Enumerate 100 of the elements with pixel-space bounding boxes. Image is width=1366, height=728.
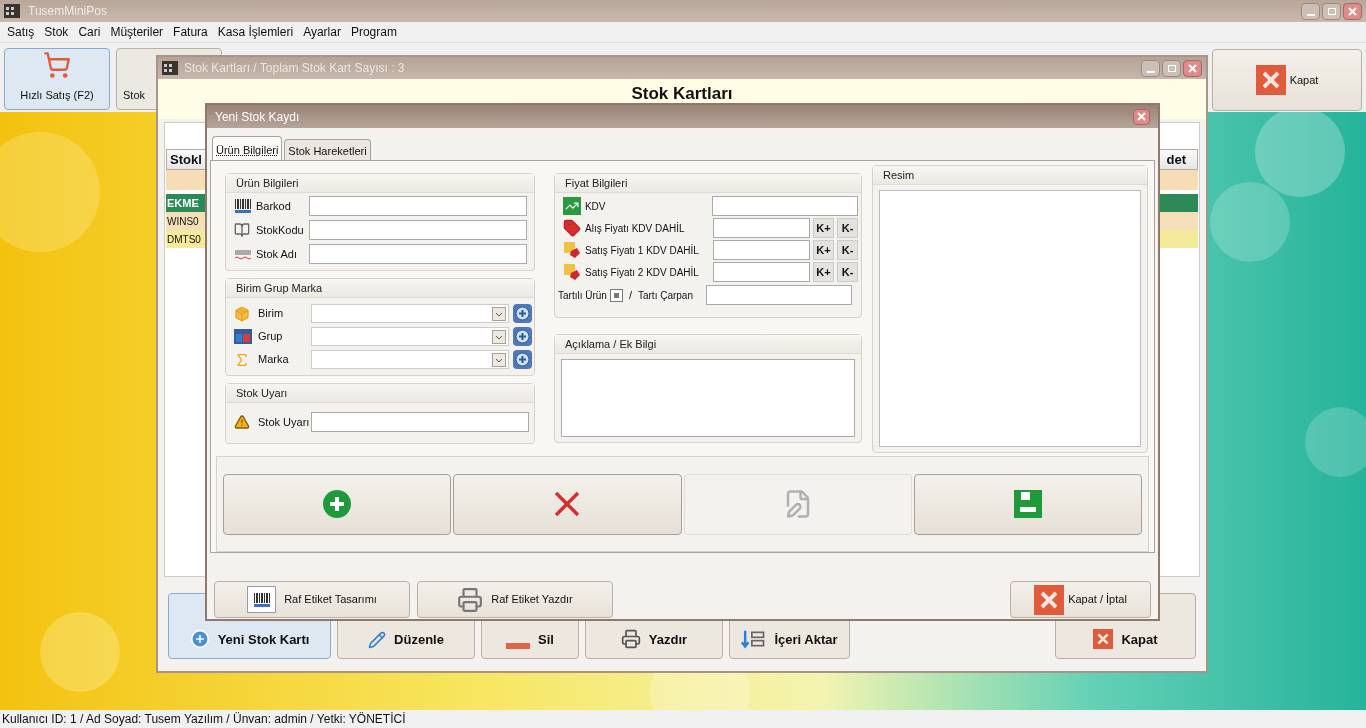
input-field[interactable]: [309, 220, 527, 240]
bag-icon: [234, 305, 250, 322]
checkbox[interactable]: [609, 288, 623, 302]
input-field[interactable]: [309, 244, 527, 264]
tags-icon: [563, 263, 581, 281]
adjust-button[interactable]: K-: [837, 218, 858, 238]
tab[interactable]: Ürün Bilgileri: [212, 136, 283, 160]
adjust-button[interactable]: K+: [813, 262, 834, 282]
field-label: Tartılı Ürün: [558, 288, 607, 303]
add-button[interactable]: [513, 327, 532, 346]
barcode-icon: [234, 198, 252, 214]
page-heading: Stok Kartları: [631, 83, 733, 105]
menu-item[interactable]: Stok: [41, 23, 72, 41]
adjust-button[interactable]: K-: [837, 240, 858, 260]
menu-item[interactable]: Program: [347, 23, 400, 41]
adjust-button[interactable]: K-: [837, 262, 858, 282]
close-button[interactable]: [1183, 59, 1202, 77]
action-button[interactable]: [223, 473, 452, 535]
table-cell-text: WINS0: [167, 214, 199, 229]
field-label: Alış Fiyatı KDV DAHİL: [585, 221, 686, 236]
warning-icon: [234, 414, 250, 430]
close-button[interactable]: [1133, 108, 1150, 125]
input-field[interactable]: [705, 285, 852, 305]
window-title: Stok Kartları / Toplam Stok Kart Sayısı : 3: [184, 60, 405, 77]
status-text: Kullanıcı ID: 1 / Ad Soyad: Tusem Yazılım / Ünvan: admin / Yetki: YÖNETİCİ: [2, 711, 406, 728]
footer-button[interactable]: Raf Etiket Yazdır: [417, 581, 613, 618]
caret-icon: [492, 352, 506, 367]
barcode-icon: [251, 591, 272, 608]
column-header: det: [1166, 150, 1187, 169]
field-label: Stok Uyarı: [258, 414, 311, 430]
field-label: Birim: [258, 306, 285, 322]
menu-item[interactable]: Satış: [4, 23, 38, 41]
input-field[interactable]: [713, 262, 810, 282]
field-label: Barkod: [256, 198, 292, 214]
tag-icon: [563, 219, 581, 237]
close-icon: [1093, 629, 1114, 649]
group-title: Ürün Bilgileri: [236, 175, 299, 191]
cart-icon: [43, 50, 71, 79]
toolbar-button[interactable]: Hızlı Satış (F2): [4, 48, 110, 110]
printer-icon: [620, 629, 641, 649]
window-icon: [234, 329, 252, 344]
group-title: Açıklama / Ek Bilgi: [565, 336, 657, 352]
footer-button[interactable]: Raf Etiket Tasarımı: [214, 581, 410, 618]
plus-icon: [515, 329, 530, 344]
menu-item[interactable]: Ayarlar: [300, 23, 344, 41]
close-icon: [1034, 584, 1065, 615]
plus-icon: [323, 490, 352, 518]
input-field[interactable]: [712, 196, 858, 216]
action-button[interactable]: [453, 473, 682, 535]
action-button[interactable]: [913, 473, 1142, 535]
adjust-button[interactable]: K+: [813, 240, 834, 260]
chart-icon: [563, 197, 581, 215]
maximize-button[interactable]: [1162, 59, 1181, 77]
adjust-button[interactable]: K+: [813, 218, 834, 238]
field-label: Tartı Çarpan: [637, 288, 694, 303]
field-label: Satış Fiyatı 2 KDV DAHİL: [585, 265, 700, 280]
spelling-icon: [234, 248, 252, 260]
input-field[interactable]: [713, 240, 810, 260]
minus-icon: [506, 643, 531, 649]
floppy-icon: [1013, 490, 1042, 518]
import-icon: [741, 629, 767, 649]
table-cell-text: EKME: [167, 195, 199, 211]
app-icon: [162, 61, 178, 75]
field-label: KDV: [584, 199, 607, 214]
text-area[interactable]: [561, 359, 855, 437]
group-title: Fiyat Bilgileri: [565, 175, 628, 191]
plus-icon: [189, 629, 210, 649]
close-button[interactable]: Kapat: [1212, 49, 1362, 111]
add-button[interactable]: [513, 350, 532, 369]
add-button[interactable]: [513, 304, 532, 323]
group-title: Birim Grup Marka: [236, 280, 323, 296]
group-title: Stok Uyarı: [236, 385, 288, 401]
pencil-icon: [368, 631, 387, 649]
dialog-title: Yeni Stok Kaydı: [215, 108, 300, 126]
input-field[interactable]: [713, 218, 810, 238]
tab[interactable]: Stok Hareketleri: [284, 139, 371, 160]
minimize-button[interactable]: [1141, 59, 1160, 77]
field-label: StokKodu: [256, 222, 305, 238]
plus-icon: [515, 352, 530, 367]
group-title: Resim: [883, 167, 915, 183]
close-button[interactable]: [1343, 2, 1362, 20]
sigma-icon: [234, 351, 250, 368]
separator-text: /: [628, 287, 632, 303]
menu-item[interactable]: Müşteriler: [107, 23, 167, 41]
table-cell-text: DMTS0: [167, 232, 201, 247]
minimize-button[interactable]: [1301, 2, 1320, 20]
book-icon: [234, 222, 250, 238]
menu-item[interactable]: Fatura: [170, 23, 211, 41]
close-icon: [1348, 6, 1357, 16]
menu-item[interactable]: Cari: [75, 23, 104, 41]
input-field[interactable]: [311, 412, 529, 432]
app-title: TusemMiniPos: [28, 3, 107, 20]
cross-icon: [554, 491, 581, 517]
restore-button[interactable]: [1322, 2, 1341, 20]
close-icon: [1188, 63, 1197, 73]
printer-icon: [457, 586, 484, 613]
column-header: Stokl: [170, 150, 202, 169]
input-field[interactable]: [309, 196, 527, 216]
menu-item[interactable]: Kasa İşlemleri: [214, 23, 297, 41]
cancel-button[interactable]: Kapat / İptal: [1010, 581, 1151, 618]
